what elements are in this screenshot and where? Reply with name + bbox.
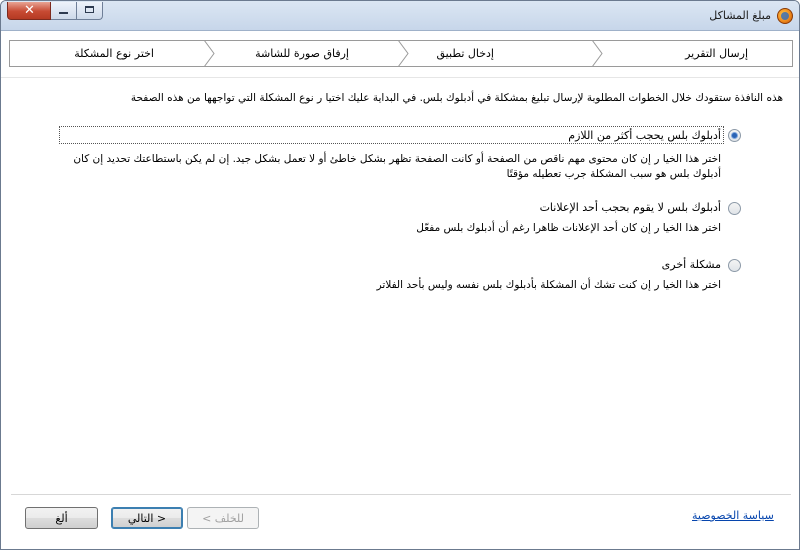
cancel-button[interactable]: ألغ bbox=[25, 507, 98, 529]
radio-other-problem[interactable] bbox=[728, 259, 741, 272]
close-button[interactable]: ✕ bbox=[7, 2, 51, 20]
problem-reporter-window: ✕ مبلغ المشاكل إرسال التقرير إدخال تطبيق… bbox=[0, 0, 800, 550]
close-icon: ✕ bbox=[24, 3, 35, 18]
window-title: مبلغ المشاكل bbox=[709, 9, 771, 22]
header-divider bbox=[1, 77, 799, 78]
wizard-steps: إرسال التقرير إدخال تطبيق إرفاق صورة للش… bbox=[9, 40, 793, 67]
privacy-policy-link[interactable]: سياسة الخصوصية bbox=[692, 509, 774, 522]
step-separator-3 bbox=[203, 40, 215, 67]
maximize-button[interactable] bbox=[77, 2, 103, 20]
option-desc-ad-not-blocked: اختر هذا الخيا ر إن كان أحد الإعلانات ظا… bbox=[416, 222, 721, 234]
step-attach-screenshot: إرفاق صورة للشاشة bbox=[255, 47, 349, 60]
option-label-blocks-too-much[interactable]: أدبلوك بلس يحجب أكثر من اللازم bbox=[568, 129, 721, 142]
footer-divider bbox=[11, 494, 791, 495]
intro-text: هذه النافذة ستقودك خلال الخطوات المطلوبة… bbox=[130, 92, 783, 104]
option-desc-blocks-too-much: اختر هذا الخيا ر إن كان محتوى مهم ناقص م… bbox=[73, 153, 721, 180]
option-desc-other-problem: اختر هذا الخيا ر إن كنت تشك أن المشكلة ب… bbox=[376, 279, 721, 291]
radio-ad-not-blocked[interactable] bbox=[728, 202, 741, 215]
minimize-icon bbox=[59, 12, 68, 14]
next-button[interactable]: التالي > bbox=[111, 507, 183, 529]
maximize-icon bbox=[85, 6, 94, 13]
window-controls: ✕ bbox=[7, 2, 103, 22]
step-send-report: إرسال التقرير bbox=[685, 47, 748, 60]
step-choose-problem-type: اختر نوع المشكلة bbox=[74, 47, 154, 60]
option-label-ad-not-blocked[interactable]: أدبلوك بلس لا يقوم بحجب أحد الإعلانات bbox=[540, 201, 721, 214]
step-separator-1 bbox=[591, 40, 603, 67]
radio-blocks-too-much[interactable] bbox=[728, 129, 741, 142]
firefox-icon bbox=[777, 8, 793, 24]
back-button[interactable]: < للخلف bbox=[187, 507, 259, 529]
step-separator-2 bbox=[397, 40, 409, 67]
title-bar: ✕ مبلغ المشاكل bbox=[1, 1, 799, 31]
minimize-button[interactable] bbox=[51, 2, 77, 20]
step-enter-app: إدخال تطبيق bbox=[436, 47, 495, 60]
option-label-other-problem[interactable]: مشكلة أخرى bbox=[662, 258, 721, 271]
